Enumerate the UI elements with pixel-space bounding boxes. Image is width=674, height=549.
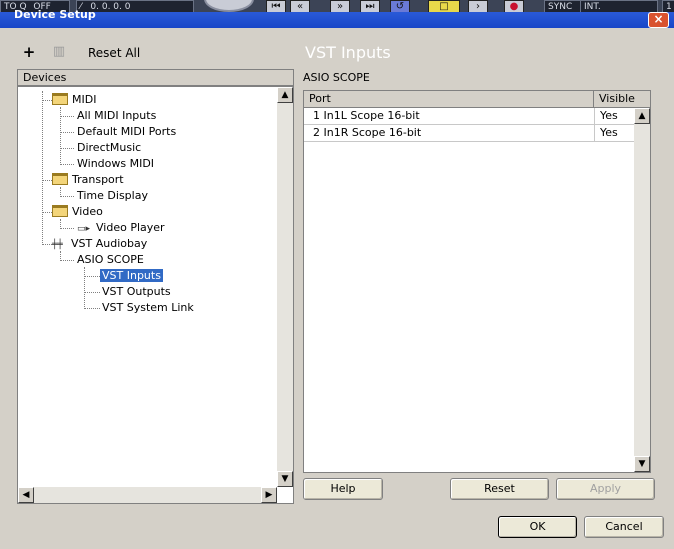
scroll-up-button[interactable]: ▲: [277, 87, 293, 103]
port-cell: 1 In1L Scope 16-bit: [313, 109, 420, 122]
tree-node-label: Video: [72, 205, 103, 218]
chevron-down-icon: ▼: [281, 474, 289, 484]
position-readout: 0. 0. 0. 0: [90, 2, 131, 12]
column-header-visible[interactable]: Visible: [594, 91, 651, 108]
scroll-right-button[interactable]: ▶: [261, 487, 277, 503]
chevron-up-icon: ▲: [638, 111, 646, 121]
video-device-icon: ▭▸: [77, 224, 91, 234]
scroll-down-button[interactable]: ▼: [277, 471, 293, 487]
table-row[interactable]: 1 In1L Scope 16-bit Yes: [304, 108, 634, 125]
tree-node-all-midi-inputs[interactable]: All MIDI Inputs: [77, 108, 156, 124]
reset-button[interactable]: Reset: [450, 478, 549, 500]
folder-icon: [52, 173, 68, 185]
tree-node-label: Default MIDI Ports: [77, 125, 177, 138]
window-title: Device Setup: [14, 8, 96, 21]
tree-node-label: Transport: [72, 173, 124, 186]
port-table[interactable]: Port Visible 1 In1L Scope 16-bit Yes 2 I…: [303, 90, 651, 473]
tree-node-label: VST Outputs: [102, 285, 171, 298]
visible-cell[interactable]: Yes: [594, 108, 634, 124]
audiobay-icon: ╪╪: [52, 240, 63, 250]
scroll-up-button[interactable]: ▲: [634, 108, 650, 124]
title-bar: Device Setup ×: [0, 8, 674, 28]
table-vertical-scrollbar[interactable]: ▲ ▼: [634, 108, 650, 472]
scroll-left-button[interactable]: ◀: [18, 487, 34, 503]
add-device-button[interactable]: +: [21, 44, 37, 60]
tree-node-directmusic[interactable]: DirectMusic: [77, 140, 141, 156]
remove-device-button[interactable]: ▥: [51, 44, 67, 60]
chevron-up-icon: ▲: [281, 90, 289, 100]
close-button[interactable]: ×: [648, 12, 669, 28]
folder-icon: [52, 93, 68, 105]
tree-node-label: All MIDI Inputs: [77, 109, 157, 122]
close-icon: ×: [653, 12, 664, 26]
tree-node-vst-system-link[interactable]: VST System Link: [102, 300, 194, 316]
help-button[interactable]: Help: [303, 478, 383, 500]
tree-node-asio-scope[interactable]: ASIO SCOPE: [77, 252, 144, 268]
tree-node-label: VST Inputs: [100, 269, 163, 282]
tree-node-label: VST Audiobay: [71, 237, 148, 250]
column-header-port[interactable]: Port: [304, 91, 594, 108]
folder-icon: [52, 205, 68, 217]
chevron-right-icon: ▶: [265, 490, 273, 500]
tree-node-video-player[interactable]: ▭▸ Video Player: [77, 220, 165, 236]
port-cell: 2 In1R Scope 16-bit: [313, 126, 422, 139]
tree-node-label: DirectMusic: [77, 141, 142, 154]
trash-icon: ▥: [52, 44, 66, 59]
tree-node-label: VST System Link: [102, 301, 194, 314]
tree-node-midi[interactable]: MIDI: [52, 92, 96, 108]
plus-icon: +: [22, 43, 36, 61]
tree-node-label: Windows MIDI: [77, 157, 155, 170]
device-name-label: ASIO SCOPE: [303, 71, 370, 84]
tree-node-label: Video Player: [96, 221, 165, 234]
panel-title: VST Inputs: [305, 43, 391, 62]
apply-button[interactable]: Apply: [556, 478, 655, 500]
ok-button[interactable]: OK: [498, 516, 577, 538]
tree-node-video[interactable]: Video: [52, 204, 103, 220]
tree-node-vst-outputs[interactable]: VST Outputs: [102, 284, 171, 300]
tree-node-label: Time Display: [77, 189, 148, 202]
tree-horizontal-scrollbar[interactable]: ◀ ▶: [18, 487, 277, 503]
tree-node-windows-midi[interactable]: Windows MIDI: [77, 156, 154, 172]
tree-vertical-scrollbar[interactable]: ▲ ▼: [277, 87, 293, 487]
table-row[interactable]: 2 In1R Scope 16-bit Yes: [304, 125, 634, 142]
tree-node-label: ASIO SCOPE: [77, 253, 144, 266]
chevron-left-icon: ◀: [22, 490, 30, 500]
tree-node-label: MIDI: [72, 93, 97, 106]
tree-node-default-midi-ports[interactable]: Default MIDI Ports: [77, 124, 176, 140]
reset-all-button[interactable]: Reset All: [88, 46, 140, 60]
tree-node-time-display[interactable]: Time Display: [77, 188, 148, 204]
tree-node-vst-inputs[interactable]: VST Inputs: [100, 268, 163, 284]
device-tree[interactable]: MIDI All MIDI Inputs Default MIDI Ports …: [17, 86, 294, 504]
tree-node-transport[interactable]: Transport: [52, 172, 124, 188]
cancel-button[interactable]: Cancel: [584, 516, 664, 538]
jog-knob[interactable]: [204, 0, 254, 12]
scroll-down-button[interactable]: ▼: [634, 456, 650, 472]
visible-cell[interactable]: Yes: [594, 125, 634, 141]
devices-header: Devices: [17, 69, 294, 86]
chevron-down-icon: ▼: [638, 459, 646, 469]
tree-node-vst-audiobay[interactable]: ╪╪ VST Audiobay: [52, 236, 147, 252]
